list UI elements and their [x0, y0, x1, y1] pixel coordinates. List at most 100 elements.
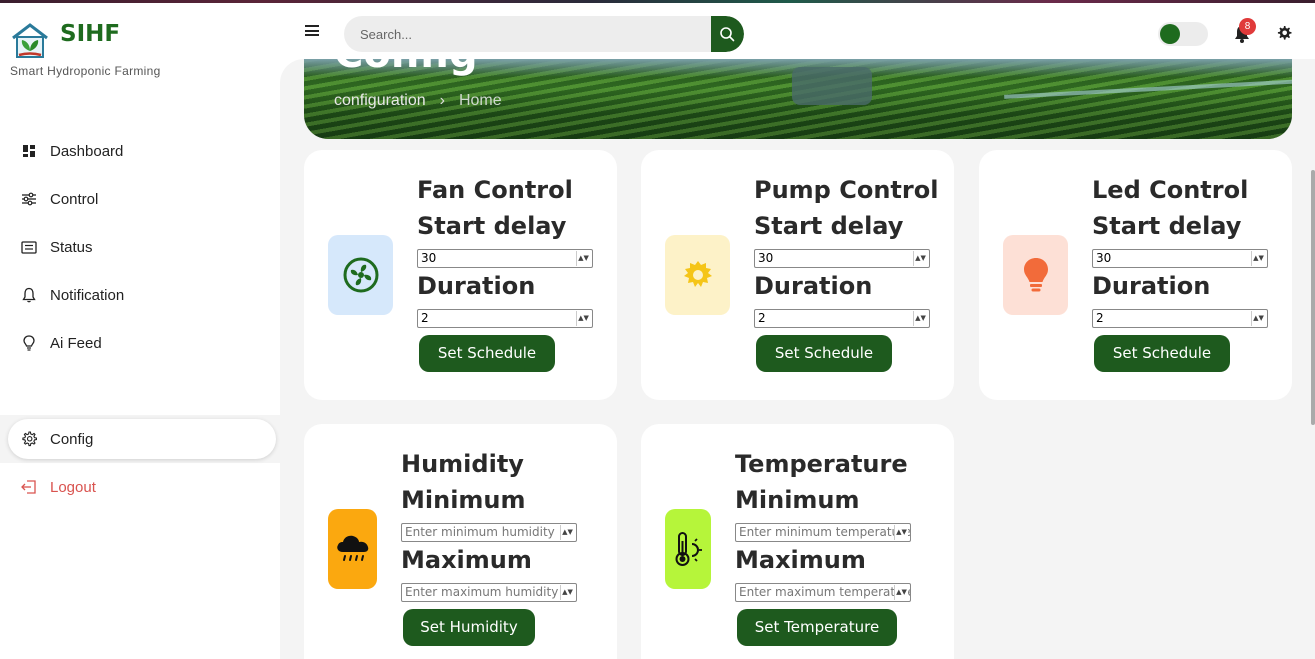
breadcrumb: configuration › Home — [334, 92, 502, 110]
led-control-card: Led Control Start delay 30 ▲▼ Duration 2 ▲… — [979, 150, 1292, 400]
set-temperature-button[interactable]: Set Temperature — [737, 609, 897, 646]
duration-input[interactable]: 2 ▲▼ — [754, 309, 930, 328]
start-delay-label: Start delay — [1092, 212, 1242, 240]
set-humidity-button[interactable]: Set Humidity — [403, 609, 535, 646]
brand-tagline: Smart Hydroponic Farming — [10, 64, 161, 78]
page-banner: Config configuration › Home — [304, 59, 1292, 139]
card-title: Temperature — [735, 450, 908, 478]
fan-icon-tile — [328, 235, 393, 315]
start-delay-input[interactable]: 30 ▲▼ — [417, 249, 593, 268]
maximum-label: Maximum — [401, 546, 532, 574]
fan-icon — [343, 257, 378, 293]
search-input[interactable] — [344, 16, 710, 52]
card-title: Pump Control — [754, 176, 939, 204]
sidebar-item-config[interactable]: Config — [20, 426, 93, 452]
hamburger-menu-icon[interactable] — [305, 25, 319, 39]
max-temperature-placeholder: Enter maximum temperature — [739, 585, 911, 599]
sidebar-item-label: Config — [50, 430, 94, 448]
sidebar-item-logout[interactable]: Logout — [20, 474, 96, 500]
set-schedule-button[interactable]: Set Schedule — [1094, 335, 1230, 372]
sidebar-item-label: Logout — [50, 478, 96, 496]
sidebar-item-label: Control — [50, 190, 99, 208]
spinner-icon[interactable]: ▲▼ — [1251, 251, 1265, 266]
banner-machine — [792, 67, 872, 105]
toggle-knob — [1160, 24, 1180, 44]
min-temperature-input[interactable]: Enter minimum temperature ▲▼ — [735, 523, 911, 542]
start-delay-value: 30 — [1096, 251, 1112, 265]
page-scrollbar[interactable] — [1311, 170, 1315, 425]
dashboard-icon — [20, 142, 38, 160]
theme-toggle[interactable] — [1158, 22, 1208, 46]
page-title: Config — [334, 59, 478, 77]
sidebar-item-label: Status — [50, 238, 93, 256]
fan-control-card: Fan Control Start delay 30 ▲▼ Duration 2 ▲… — [304, 150, 617, 400]
sidebar-item-dashboard[interactable]: Dashboard — [20, 138, 123, 164]
min-humidity-input[interactable]: Enter minimum humidity ▲▼ — [401, 523, 577, 542]
duration-input[interactable]: 2 ▲▼ — [417, 309, 593, 328]
sidebar-item-label: Notification — [50, 286, 125, 304]
minimum-label: Minimum — [401, 486, 526, 514]
settings-gear-icon[interactable] — [1276, 25, 1292, 41]
set-schedule-button[interactable]: Set Schedule — [419, 335, 555, 372]
breadcrumb-separator: › — [439, 92, 445, 109]
start-delay-label: Start delay — [754, 212, 904, 240]
spinner-icon[interactable]: ▲▼ — [894, 585, 908, 600]
breadcrumb-configuration[interactable]: configuration — [334, 92, 426, 109]
card-title: Fan Control — [417, 176, 573, 204]
spinner-icon[interactable]: ▲▼ — [1251, 311, 1265, 326]
minimum-label: Minimum — [735, 486, 860, 514]
gear-icon — [20, 430, 38, 448]
min-humidity-placeholder: Enter minimum humidity — [405, 525, 555, 539]
led-icon-tile — [1003, 235, 1068, 315]
start-delay-input[interactable]: 30 ▲▼ — [1092, 249, 1268, 268]
spinner-icon[interactable]: ▲▼ — [576, 311, 590, 326]
spinner-icon[interactable]: ▲▼ — [560, 525, 574, 540]
sidebar-item-control[interactable]: Control — [20, 186, 98, 212]
card-title: Humidity — [401, 450, 524, 478]
brand-name: SIHF — [60, 21, 121, 47]
duration-input[interactable]: 2 ▲▼ — [1092, 309, 1268, 328]
duration-value: 2 — [421, 311, 429, 325]
top-header: SIHF 8 — [0, 3, 1315, 59]
spinner-icon[interactable]: ▲▼ — [913, 311, 927, 326]
search-icon — [720, 27, 735, 42]
duration-label: Duration — [754, 272, 873, 300]
duration-value: 2 — [1096, 311, 1104, 325]
sidebar-item-label: Ai Feed — [50, 334, 102, 352]
start-delay-value: 30 — [758, 251, 774, 265]
duration-value: 2 — [758, 311, 766, 325]
sidebar-item-ai-feed[interactable]: Ai Feed — [20, 330, 102, 356]
sidebar-item-status[interactable]: Status — [20, 234, 93, 260]
rain-cloud-icon — [336, 535, 368, 561]
bell-icon — [20, 286, 38, 304]
set-schedule-button[interactable]: Set Schedule — [756, 335, 892, 372]
search-button[interactable] — [711, 16, 744, 52]
min-temperature-placeholder: Enter minimum temperature — [739, 525, 911, 539]
temperature-icon-tile — [665, 509, 711, 589]
max-humidity-input[interactable]: Enter maximum humidity ▲▼ — [401, 583, 577, 602]
spinner-icon[interactable]: ▲▼ — [560, 585, 574, 600]
sidebar-item-notification[interactable]: Notification — [20, 282, 124, 308]
spinner-icon[interactable]: ▲▼ — [894, 525, 908, 540]
notification-count-badge: 8 — [1239, 18, 1256, 35]
breadcrumb-home[interactable]: Home — [459, 92, 502, 109]
start-delay-label: Start delay — [417, 212, 567, 240]
start-delay-input[interactable]: 30 ▲▼ — [754, 249, 930, 268]
maximum-label: Maximum — [735, 546, 866, 574]
spinner-icon[interactable]: ▲▼ — [913, 251, 927, 266]
humidity-icon-tile — [328, 509, 377, 589]
duration-label: Duration — [417, 272, 536, 300]
sliders-icon — [20, 190, 38, 208]
greenhouse-logo-icon — [12, 23, 48, 58]
max-temperature-input[interactable]: Enter maximum temperature ▲▼ — [735, 583, 911, 602]
humidity-card: Humidity Minimum Enter minimum humidity ▲… — [304, 424, 617, 659]
start-delay-value: 30 — [421, 251, 437, 265]
temperature-card: Temperature Minimum Enter minimum temper… — [641, 424, 954, 659]
search-bar — [344, 16, 744, 52]
sun-gear-icon — [683, 261, 712, 287]
lightbulb-icon — [1023, 258, 1048, 292]
spinner-icon[interactable]: ▲▼ — [576, 251, 590, 266]
max-humidity-placeholder: Enter maximum humidity — [405, 585, 559, 599]
card-list-icon — [20, 238, 38, 256]
card-title: Led Control — [1092, 176, 1249, 204]
